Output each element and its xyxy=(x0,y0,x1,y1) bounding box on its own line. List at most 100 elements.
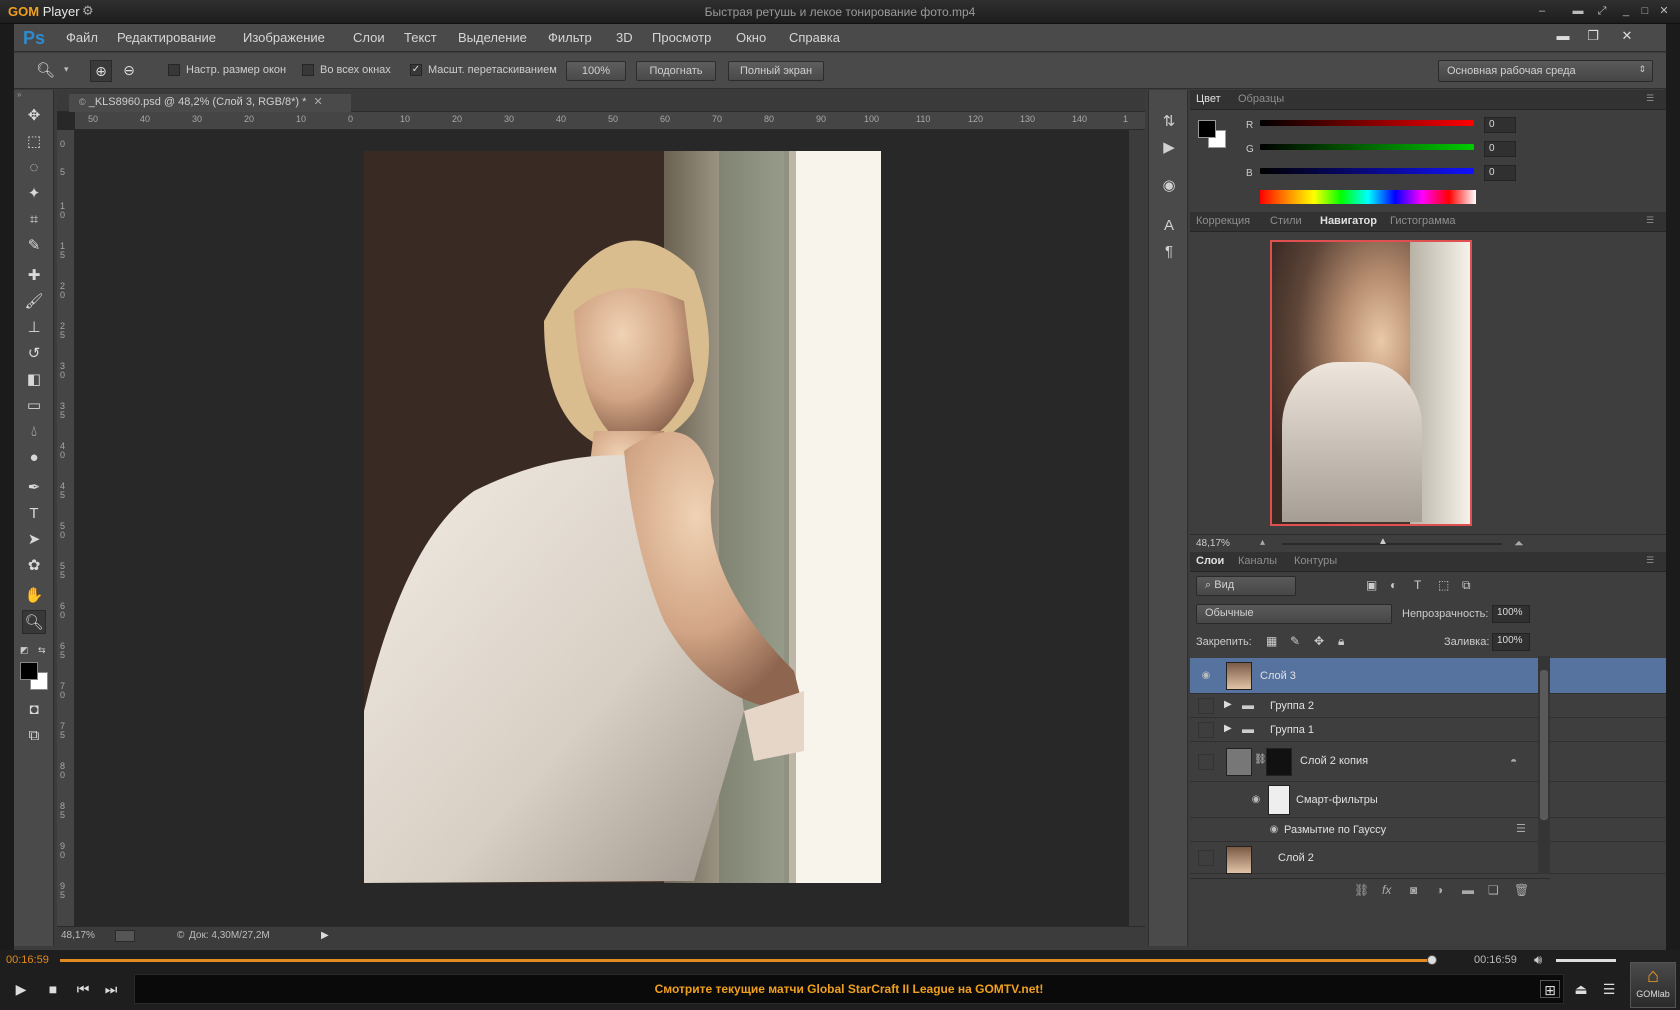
lock-pixels-icon[interactable]: ✎ xyxy=(1290,634,1300,648)
red-value[interactable]: 0 xyxy=(1484,117,1516,133)
shape-tool-icon[interactable]: ✿ xyxy=(22,554,46,578)
lock-transparent-icon[interactable]: ▦ xyxy=(1266,634,1277,648)
path-select-icon[interactable]: ➤ xyxy=(22,528,46,552)
volume-icon[interactable]: 🔊︎ xyxy=(1534,952,1542,968)
vertical-scrollbar[interactable] xyxy=(1129,130,1145,926)
zoom-in-mountain-icon[interactable]: ⏶ xyxy=(1514,536,1524,551)
ad-banner[interactable]: Смотрите текущие матчи Global StarCraft … xyxy=(134,974,1564,1004)
panel-menu-icon[interactable]: ☰ xyxy=(1646,215,1654,226)
layer-name[interactable]: Слой 2 xyxy=(1278,852,1314,864)
lock-position-icon[interactable]: ✥ xyxy=(1314,634,1324,648)
navigator-zoom-slider[interactable] xyxy=(1282,543,1502,545)
menu-image[interactable]: Изображение xyxy=(243,30,325,45)
visibility-box[interactable] xyxy=(1198,754,1214,770)
tab-layers[interactable]: Слои xyxy=(1196,555,1224,567)
pen-tool-icon[interactable]: ✒ xyxy=(22,476,46,500)
opacity-value[interactable]: 100% xyxy=(1492,605,1530,623)
filter-name[interactable]: Размытие по Гауссу xyxy=(1284,824,1386,836)
document-photo[interactable] xyxy=(364,151,881,883)
trash-icon[interactable]: 🗑︎ xyxy=(1514,883,1529,897)
lock-all-icon[interactable]: 🔒︎ xyxy=(1338,634,1344,649)
tab-channels[interactable]: Каналы xyxy=(1238,555,1277,567)
adjustments-panel-icon[interactable]: ◉ xyxy=(1157,174,1181,198)
tab-paths[interactable]: Контуры xyxy=(1294,555,1337,567)
history-panel-icon[interactable]: ⇅ xyxy=(1157,110,1181,134)
volume-slider[interactable] xyxy=(1556,959,1616,962)
visibility-box[interactable] xyxy=(1198,698,1214,714)
actions-panel-icon[interactable]: ▶ xyxy=(1157,136,1181,160)
tab-histogram[interactable]: Гистограмма xyxy=(1390,215,1456,227)
link-layers-icon[interactable]: ⛓ xyxy=(1354,883,1369,897)
status-menu-arrow-icon[interactable]: ▶ xyxy=(321,930,329,941)
image-filter-icon[interactable]: ▣ xyxy=(1366,578,1377,592)
restore-icon[interactable]: ❐ xyxy=(1580,26,1606,46)
gradient-tool-icon[interactable]: ▭ xyxy=(22,394,46,418)
tab-color[interactable]: Цвет xyxy=(1196,93,1221,105)
workspace-select[interactable]: Основная рабочая среда ⇕ xyxy=(1438,60,1653,82)
fill-value[interactable]: 100% xyxy=(1492,633,1530,651)
layer-group-row[interactable]: ▶ ▬ Группа 2 xyxy=(1190,694,1666,718)
resize-windows-checkbox[interactable] xyxy=(168,64,180,76)
visibility-box[interactable] xyxy=(1198,722,1214,738)
screen-ratio-icon[interactable]: ⊞ xyxy=(1540,980,1560,998)
character-panel-icon[interactable]: A xyxy=(1157,214,1181,238)
history-brush-icon[interactable]: ↺ xyxy=(22,342,46,366)
healing-brush-icon[interactable]: ✚ xyxy=(22,264,46,288)
zoom-100-button[interactable]: 100% xyxy=(566,61,626,81)
layer-filter-select[interactable]: ⌕ Вид xyxy=(1196,576,1296,596)
blend-mode-select[interactable]: Обычные xyxy=(1196,604,1392,624)
new-group-icon[interactable]: ▬ xyxy=(1462,883,1474,897)
eyedropper-icon[interactable]: ✎ xyxy=(22,234,46,258)
menu-edit[interactable]: Редактирование xyxy=(117,30,216,45)
layer-name[interactable]: Слой 2 копия xyxy=(1300,755,1368,767)
blue-value[interactable]: 0 xyxy=(1484,165,1516,181)
panel-menu-icon[interactable]: ☰ xyxy=(1646,93,1654,104)
stop-icon[interactable]: ■ xyxy=(44,980,62,998)
layer-row[interactable]: ⛓ Слой 2 копия ◓ xyxy=(1190,742,1666,782)
layer-row[interactable]: ◉ Слой 3 xyxy=(1190,658,1666,694)
seek-bar[interactable] xyxy=(60,959,1432,962)
filter-row[interactable]: ◉ Размытие по Гауссу ☰ xyxy=(1190,818,1666,842)
fill-screen-button[interactable]: Полный экран xyxy=(728,61,824,81)
type-filter-icon[interactable]: T xyxy=(1414,578,1421,592)
fx-icon[interactable]: fx xyxy=(1382,883,1391,897)
foreground-color-swatch[interactable] xyxy=(1198,120,1216,138)
close-tab-icon[interactable]: ✕ xyxy=(313,96,322,108)
menu-layers[interactable]: Слои xyxy=(353,30,385,45)
gomlab-button[interactable]: ⌂ GOMlab xyxy=(1630,962,1676,1008)
lasso-tool-icon[interactable]: ◌ xyxy=(22,156,46,180)
swap-colors-icon[interactable]: ⇆ xyxy=(38,645,46,656)
scrollbar-thumb[interactable] xyxy=(1540,670,1548,820)
dodge-tool-icon[interactable]: ● xyxy=(22,446,46,470)
panel-menu-icon[interactable]: ☰ xyxy=(1646,555,1654,566)
new-layer-icon[interactable]: ❏ xyxy=(1488,883,1499,897)
filter-options-icon[interactable]: ☰ xyxy=(1516,822,1526,835)
zoom-out-icon[interactable]: ⊖ xyxy=(118,60,140,82)
document-tab[interactable]: © _KLS8960.psd @ 48,2% (Слой 3, RGB/8*) … xyxy=(69,94,351,112)
link-icon[interactable]: ⛓ xyxy=(1254,754,1267,765)
close-icon[interactable]: ✕ xyxy=(1657,4,1671,18)
screen-mode-icon[interactable]: ⧉ xyxy=(22,724,46,748)
zoom-tool-icon[interactable]: 🔍︎ xyxy=(36,61,56,81)
navigator-zoom[interactable]: 48,17% xyxy=(1196,538,1230,549)
mask-thumbnail[interactable] xyxy=(1266,748,1292,776)
layer-name[interactable]: Группа 2 xyxy=(1270,700,1314,712)
layers-scrollbar[interactable] xyxy=(1538,656,1550,874)
adjustment-layer-icon[interactable]: ◑ xyxy=(1436,883,1443,897)
minimize-icon[interactable]: – xyxy=(1535,4,1549,18)
blur-tool-icon[interactable]: 💧︎ xyxy=(22,420,46,444)
menu-window[interactable]: Окно xyxy=(736,30,766,45)
zoom-tool-icon[interactable]: 🔍︎ xyxy=(22,610,46,634)
layer-group-row[interactable]: ▶ ▬ Группа 1 xyxy=(1190,718,1666,742)
minimize-icon[interactable]: ▬ xyxy=(1550,26,1576,46)
visibility-eye-icon[interactable]: ◉ xyxy=(1248,792,1264,808)
menu-3d[interactable]: 3D xyxy=(616,30,633,45)
close-icon[interactable]: ✕ xyxy=(1614,26,1640,46)
menu-icon[interactable]: ☰ xyxy=(1600,980,1618,998)
smart-filters-row[interactable]: ◉ Смарт-фильтры xyxy=(1190,782,1666,818)
layer-name[interactable]: Слой 3 xyxy=(1260,670,1296,682)
hand-tool-icon[interactable]: ✋ xyxy=(22,584,46,608)
layer-row[interactable]: Слой 2 xyxy=(1190,842,1666,874)
tab-styles[interactable]: Стили xyxy=(1270,215,1302,227)
menu-file[interactable]: Файл xyxy=(66,30,98,45)
